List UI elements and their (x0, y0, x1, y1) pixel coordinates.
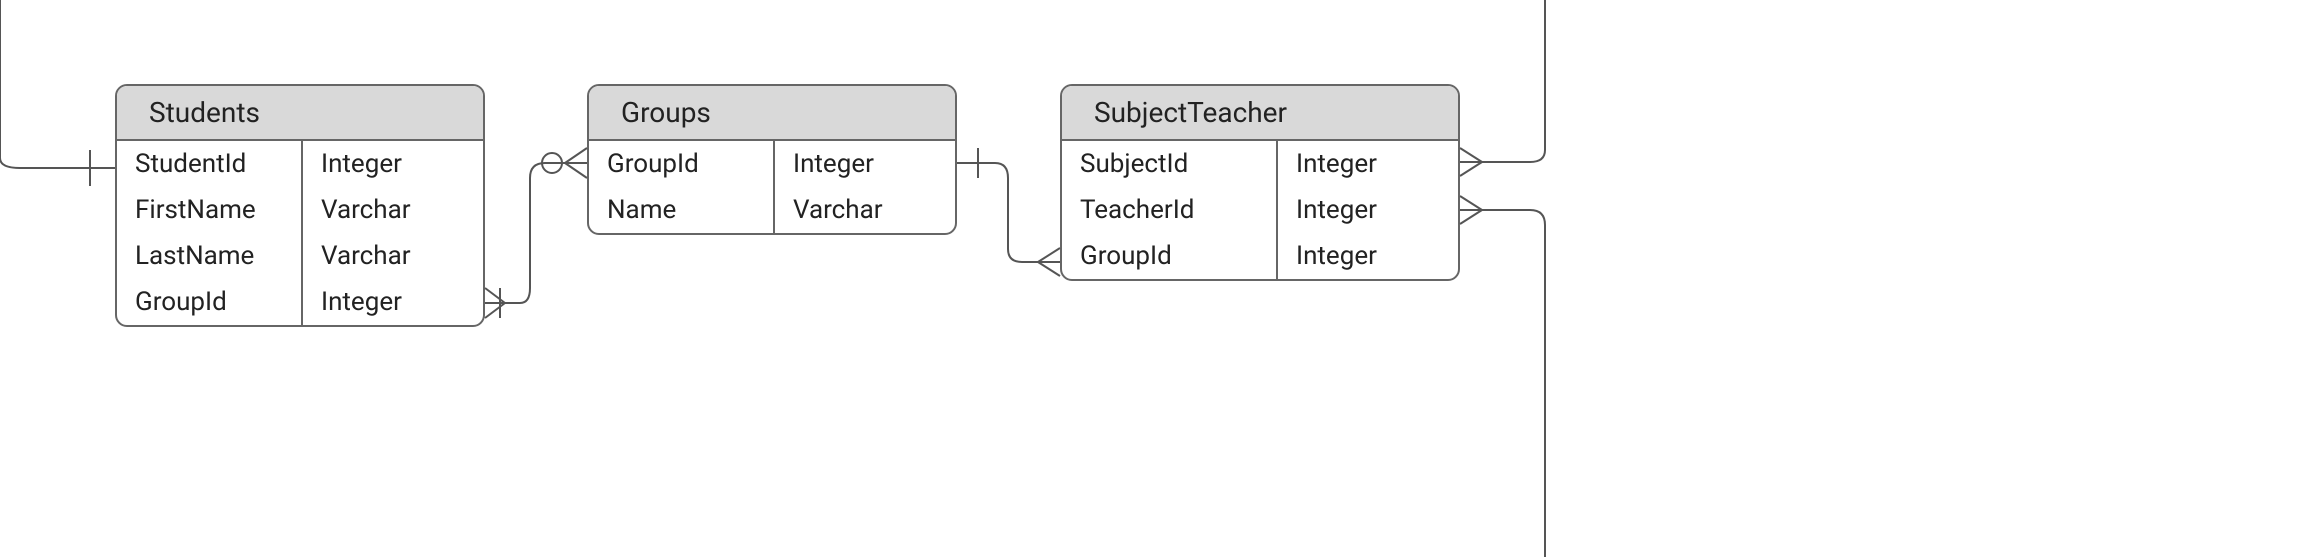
entity-subject-teacher[interactable]: SubjectTeacher SubjectId Integer Teacher… (1060, 84, 1460, 281)
table-row: GroupId Integer (589, 141, 955, 187)
column-type: Integer (1278, 141, 1458, 187)
column-type: Varchar (303, 187, 483, 233)
column-name: Name (589, 187, 775, 233)
column-type: Integer (303, 141, 483, 187)
column-type: Varchar (775, 187, 955, 233)
table-row: GroupId Integer (117, 279, 483, 325)
column-name: GroupId (589, 141, 775, 187)
column-name: LastName (117, 233, 303, 279)
entity-header-subject-teacher: SubjectTeacher (1062, 86, 1458, 141)
column-type: Integer (1278, 187, 1458, 233)
table-row: SubjectId Integer (1062, 141, 1458, 187)
column-type: Integer (1278, 233, 1458, 279)
column-name: FirstName (117, 187, 303, 233)
table-row: LastName Varchar (117, 233, 483, 279)
table-row: TeacherId Integer (1062, 187, 1458, 233)
table-row: FirstName Varchar (117, 187, 483, 233)
column-name: GroupId (117, 279, 303, 325)
entity-students[interactable]: Students StudentId Integer FirstName Var… (115, 84, 485, 327)
column-name: GroupId (1062, 233, 1278, 279)
table-row: GroupId Integer (1062, 233, 1458, 279)
column-name: TeacherId (1062, 187, 1278, 233)
entity-header-students: Students (117, 86, 483, 141)
entity-groups[interactable]: Groups GroupId Integer Name Varchar (587, 84, 957, 235)
column-type: Varchar (303, 233, 483, 279)
entity-header-groups: Groups (589, 86, 955, 141)
table-row: StudentId Integer (117, 141, 483, 187)
column-type: Integer (303, 279, 483, 325)
column-type: Integer (775, 141, 955, 187)
table-row: Name Varchar (589, 187, 955, 233)
column-name: StudentId (117, 141, 303, 187)
column-name: SubjectId (1062, 141, 1278, 187)
